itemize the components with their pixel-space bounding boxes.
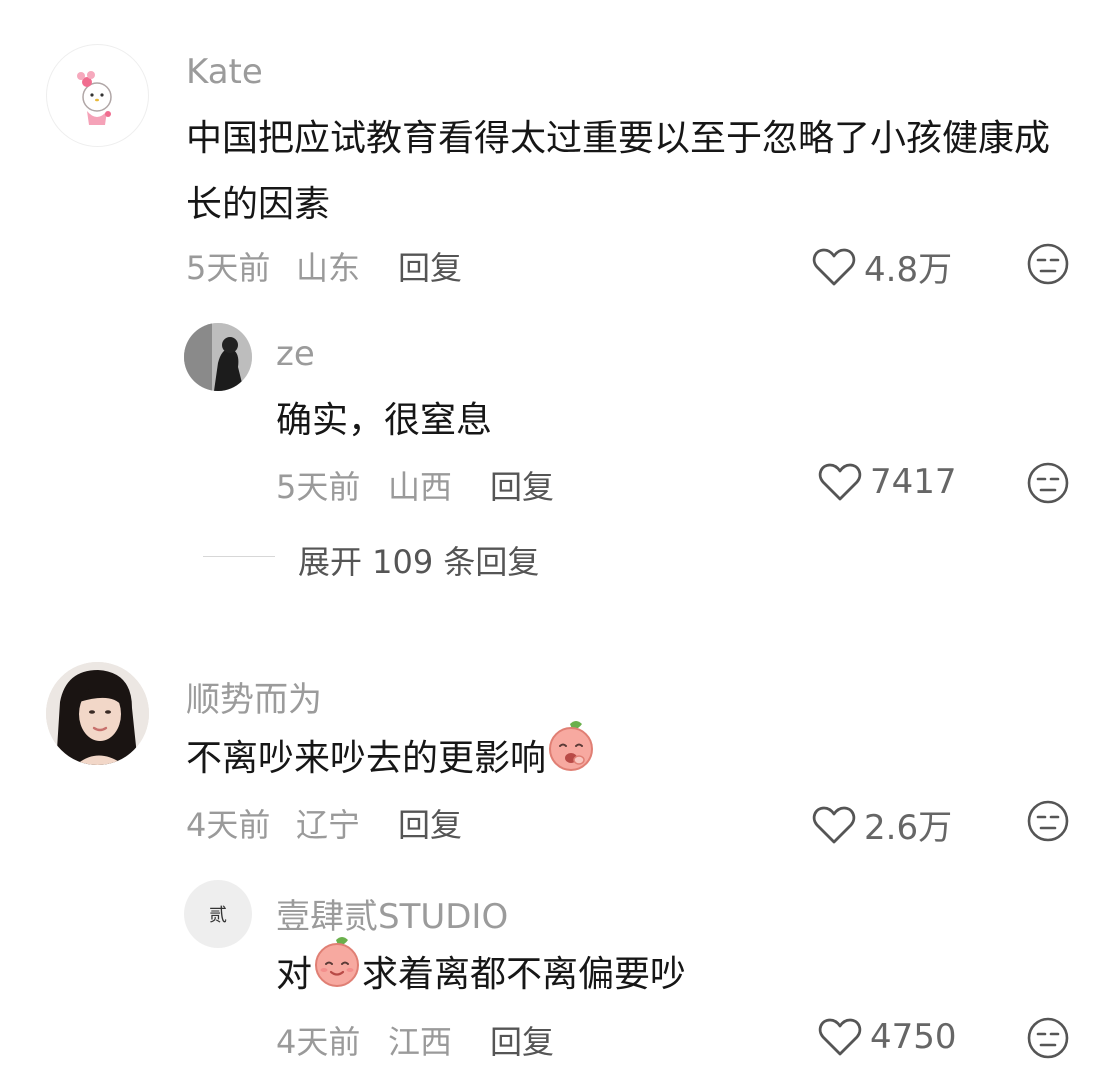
reply-time: 5天前 [276,468,361,506]
expand-divider [203,556,275,557]
like-count: 4.8万 [864,250,953,290]
reply-text-after: 求着离都不离偏要吵 [362,954,687,995]
reply-button[interactable]: 回复 [398,243,462,289]
like-button[interactable]: 4750 [818,1017,957,1057]
meh-face-icon[interactable] [1026,242,1070,290]
avatar[interactable] [46,44,149,147]
heart-outline-icon [812,248,856,285]
avatar-text: 贰 [209,905,227,926]
comment-location: 辽宁 [296,806,361,844]
expand-replies-button[interactable]: 展开 109 条回复 [298,537,539,583]
meh-face-icon[interactable] [1026,1016,1070,1064]
reply-button[interactable]: 回复 [490,1017,554,1063]
reply-username[interactable]: ze [276,334,315,374]
comment-text-content: 不离吵来吵去的更影响 [186,738,547,779]
meh-face-icon[interactable] [1026,461,1070,509]
comment-text: 不离吵来吵去的更影响 [186,721,596,794]
heart-outline-icon [818,1018,862,1056]
heart-outline-icon [818,463,862,501]
reply-text: 对 求着离都不离偏要吵 [276,937,687,1010]
comment-time: 4天前 [186,806,271,844]
comment-location: 山东 [296,249,361,287]
peach-emoji-icon [546,720,596,794]
avatar[interactable] [184,323,252,391]
like-button[interactable]: 7417 [818,462,957,502]
like-count: 7417 [870,462,957,502]
like-button[interactable]: 2.6万 [812,800,952,849]
reply-location: 山西 [388,468,453,506]
avatar[interactable] [46,662,149,765]
comment-time: 5天前 [186,249,271,287]
reply-button[interactable]: 回复 [398,800,462,846]
peach-emoji-icon [312,936,362,1010]
meh-face-icon[interactable] [1026,799,1070,847]
avatar[interactable]: 贰 [184,880,252,948]
reply-time: 4天前 [276,1023,361,1061]
comment-username[interactable]: 顺势而为 [186,672,322,721]
reply-location: 江西 [388,1023,453,1061]
reply-username[interactable]: 壹肆贰STUDIO [276,889,508,938]
comment-text: 中国把应试教育看得太过重要以至于忽略了小孩健康成长的因素 [186,118,1051,225]
comment-username[interactable]: Kate [186,52,263,92]
reply-text-before: 对 [276,954,313,995]
comment-list: Kate 中国把应试教育看得太过重要以至于忽略了小孩健康成长的因素 5天前 山东… [0,0,1117,1080]
reply-text: 确实，很窒息 [276,400,493,441]
heart-outline-icon [812,806,856,843]
like-count: 4750 [870,1017,957,1057]
like-button[interactable]: 4.8万 [812,242,952,291]
like-count: 2.6万 [864,808,953,848]
reply-button[interactable]: 回复 [490,462,554,508]
